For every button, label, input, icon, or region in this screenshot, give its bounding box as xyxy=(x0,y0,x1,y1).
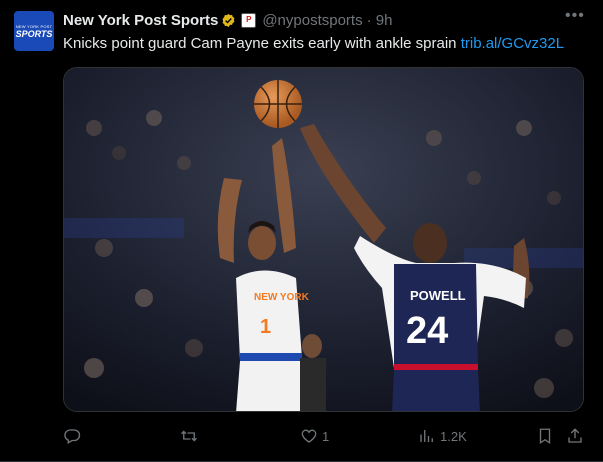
views-button[interactable]: 1.2K xyxy=(418,418,467,454)
tweet-image[interactable]: NEW YORK 1 POWELL 24 xyxy=(63,67,584,412)
action-bar: 1 1.2K xyxy=(0,418,603,454)
tweet-link[interactable]: trib.al/GCvz32L xyxy=(461,35,564,52)
share-icon xyxy=(568,428,582,443)
affiliate-badge-icon[interactable]: P xyxy=(241,12,257,28)
left-jersey-name: NEW YORK xyxy=(254,292,310,303)
tweet-text: Knicks point guard Cam Payne exits early… xyxy=(63,35,564,52)
right-jersey-name: POWELL xyxy=(410,288,466,303)
retweet-button[interactable] xyxy=(180,418,202,454)
tweet-header: New York Post Sports P @nypostsports · 9… xyxy=(63,10,392,30)
tweet[interactable]: NEW YORK POST SPORTS New York Post Sport… xyxy=(0,0,603,462)
avatar-big-text: SPORTS xyxy=(15,28,53,39)
account-name[interactable]: New York Post Sports xyxy=(63,12,218,29)
like-icon xyxy=(301,429,317,443)
avatar[interactable]: NEW YORK POST SPORTS xyxy=(14,11,54,51)
retweet-icon xyxy=(181,430,197,442)
more-icon[interactable]: ••• xyxy=(565,7,585,25)
account-handle[interactable]: @nypostsports xyxy=(262,12,362,29)
like-count: 1 xyxy=(322,428,330,444)
right-jersey-number: 24 xyxy=(406,310,448,352)
tweet-body: Knicks point guard Cam Payne exits early… xyxy=(63,35,461,52)
like-button[interactable]: 1 xyxy=(300,418,329,454)
bookmark-icon xyxy=(539,428,551,445)
reply-icon xyxy=(64,429,81,444)
reply-button[interactable] xyxy=(63,418,85,454)
views-icon xyxy=(420,430,433,442)
share-button[interactable] xyxy=(566,418,584,454)
verified-badge-icon[interactable] xyxy=(221,13,236,28)
basketball-photo: NEW YORK 1 POWELL 24 xyxy=(64,68,583,411)
tweet-time[interactable]: · 9h xyxy=(367,12,393,29)
views-count: 1.2K xyxy=(440,428,467,444)
bookmark-button[interactable] xyxy=(536,418,554,454)
left-jersey-number: 1 xyxy=(260,316,271,338)
